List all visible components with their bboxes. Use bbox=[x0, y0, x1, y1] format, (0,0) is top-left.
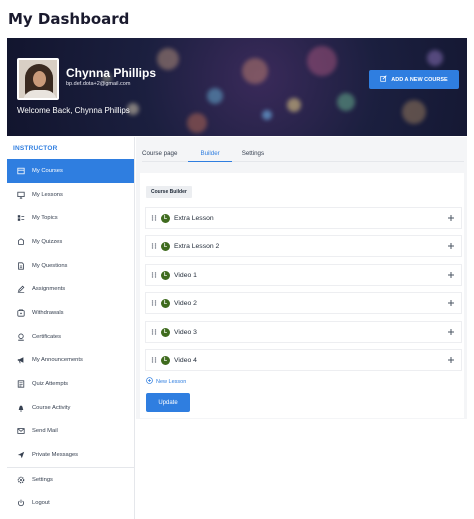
attempts-icon bbox=[17, 380, 25, 388]
expand-plus-icon[interactable] bbox=[447, 271, 455, 279]
new-lesson-link[interactable]: New Lesson bbox=[146, 377, 186, 386]
course-builder-label: Course Builder bbox=[146, 186, 192, 198]
drag-handle-icon[interactable] bbox=[151, 357, 157, 363]
sidebar-item-label: My Lessons bbox=[32, 191, 63, 198]
edit-icon bbox=[380, 75, 387, 84]
course-tabs: Course page Builder Settings bbox=[142, 150, 464, 162]
user-name: Chynna Phillips bbox=[66, 66, 157, 80]
sidebar-item-private-messages[interactable]: Private Messages bbox=[7, 443, 134, 467]
sidebar-item-my-questions[interactable]: My Questions bbox=[7, 254, 134, 278]
sidebar-item-my-topics[interactable]: My Topics bbox=[7, 206, 134, 230]
sidebar-item-label: Assignments bbox=[32, 286, 66, 293]
user-email: bp.def.dota+2@gmail.com bbox=[66, 81, 131, 87]
sidebar-item-label: Withdrawals bbox=[32, 309, 64, 316]
sidebar-item-label: Private Messages bbox=[32, 452, 79, 459]
drag-handle-icon[interactable] bbox=[151, 329, 157, 335]
sidebar-item-send-mail[interactable]: Send Mail bbox=[7, 420, 134, 444]
new-lesson-label: New Lesson bbox=[156, 378, 187, 385]
sidebar-item-my-announcements[interactable]: My Announcements bbox=[7, 349, 134, 373]
drag-handle-icon[interactable] bbox=[151, 300, 157, 306]
sidebar-item-label: Course Activity bbox=[32, 404, 71, 411]
sidebar-item-certificates[interactable]: Certificates bbox=[7, 325, 134, 349]
megaphone-icon bbox=[17, 356, 25, 364]
drag-handle-icon[interactable] bbox=[151, 215, 157, 221]
lesson-title: Video 3 bbox=[174, 328, 197, 336]
mail-icon bbox=[17, 427, 25, 435]
send-icon bbox=[17, 451, 25, 459]
lesson-badge: L bbox=[161, 213, 170, 223]
lesson-row[interactable]: L Video 1 bbox=[145, 264, 462, 286]
add-new-course-button[interactable]: ADD A NEW COURSE bbox=[369, 70, 459, 89]
lesson-badge: L bbox=[161, 327, 170, 337]
certificate-icon bbox=[17, 333, 25, 341]
sidebar-item-label: Quiz Attempts bbox=[32, 381, 69, 388]
tab-settings[interactable]: Settings bbox=[232, 150, 275, 162]
monitor-icon bbox=[17, 191, 25, 199]
expand-plus-icon[interactable] bbox=[447, 299, 455, 307]
sidebar: INSTRUCTOR My Courses My Lessons My Topi… bbox=[7, 137, 135, 519]
lesson-row[interactable]: L Extra Lesson bbox=[145, 207, 462, 229]
lesson-badge: L bbox=[161, 270, 170, 280]
lesson-title: Extra Lesson bbox=[174, 214, 214, 222]
courses-icon bbox=[17, 167, 25, 175]
expand-plus-icon[interactable] bbox=[447, 242, 455, 250]
sidebar-section-label: INSTRUCTOR bbox=[13, 145, 58, 152]
document-icon bbox=[17, 261, 25, 270]
expand-plus-icon[interactable] bbox=[447, 356, 455, 364]
lesson-title: Video 2 bbox=[174, 299, 197, 307]
topics-icon bbox=[17, 214, 25, 222]
sidebar-item-my-lessons[interactable]: My Lessons bbox=[7, 183, 134, 207]
bell-icon bbox=[17, 404, 25, 412]
sidebar-item-label: Settings bbox=[32, 476, 53, 483]
sidebar-item-label: Send Mail bbox=[32, 428, 58, 435]
lesson-row[interactable]: L Video 3 bbox=[145, 321, 462, 343]
welcome-message: Welcome Back, Chynna Phillips bbox=[17, 106, 130, 115]
lesson-badge: L bbox=[161, 355, 170, 365]
lesson-title: Extra Lesson 2 bbox=[174, 242, 220, 250]
sidebar-item-course-activity[interactable]: Course Activity bbox=[7, 396, 134, 420]
lesson-title: Video 4 bbox=[174, 356, 197, 364]
sidebar-item-logout[interactable]: Logout bbox=[7, 492, 134, 516]
update-button[interactable]: Update bbox=[146, 393, 190, 412]
wallet-icon bbox=[17, 309, 25, 317]
sidebar-item-my-courses[interactable]: My Courses bbox=[7, 159, 134, 183]
tab-course-page[interactable]: Course page bbox=[142, 150, 188, 162]
sidebar-item-label: My Topics bbox=[32, 215, 58, 222]
drag-handle-icon[interactable] bbox=[151, 243, 157, 249]
pen-icon bbox=[17, 285, 25, 293]
sidebar-item-assignments[interactable]: Assignments bbox=[7, 277, 134, 301]
lesson-title: Video 1 bbox=[174, 271, 197, 279]
course-builder-panel: Course Builder L Extra Lesson L Extra Le… bbox=[140, 173, 464, 418]
add-new-course-label: ADD A NEW COURSE bbox=[391, 76, 448, 83]
sidebar-item-label: My Announcements bbox=[32, 357, 83, 364]
expand-plus-icon[interactable] bbox=[447, 214, 455, 222]
tab-builder[interactable]: Builder bbox=[188, 150, 232, 162]
sidebar-item-my-quizzes[interactable]: My Quizzes bbox=[7, 230, 134, 254]
sidebar-item-quiz-attempts[interactable]: Quiz Attempts bbox=[7, 372, 134, 396]
page-title: My Dashboard bbox=[8, 10, 130, 28]
add-circle-icon bbox=[146, 377, 153, 386]
drag-handle-icon[interactable] bbox=[151, 272, 157, 278]
avatar[interactable] bbox=[17, 58, 59, 100]
sidebar-item-label: My Quizzes bbox=[32, 238, 63, 245]
power-icon bbox=[17, 499, 25, 507]
profile-banner: Chynna Phillips bp.def.dota+2@gmail.com … bbox=[7, 38, 467, 136]
sidebar-item-withdrawals[interactable]: Withdrawals bbox=[7, 301, 134, 325]
puzzle-icon bbox=[17, 238, 25, 246]
gear-icon bbox=[17, 476, 25, 484]
sidebar-item-label: Certificates bbox=[32, 333, 61, 340]
lesson-row[interactable]: L Video 2 bbox=[145, 292, 462, 314]
expand-plus-icon[interactable] bbox=[447, 328, 455, 336]
sidebar-item-label: Logout bbox=[32, 500, 50, 507]
lesson-badge: L bbox=[161, 298, 170, 308]
lesson-badge: L bbox=[161, 241, 170, 251]
main-content: Course page Builder Settings Course Buil… bbox=[136, 137, 467, 419]
sidebar-item-settings[interactable]: Settings bbox=[7, 468, 134, 492]
lesson-row[interactable]: L Extra Lesson 2 bbox=[145, 235, 462, 257]
lesson-row[interactable]: L Video 4 bbox=[145, 349, 462, 371]
sidebar-item-label: My Courses bbox=[32, 167, 63, 174]
sidebar-item-label: My Questions bbox=[32, 262, 68, 269]
